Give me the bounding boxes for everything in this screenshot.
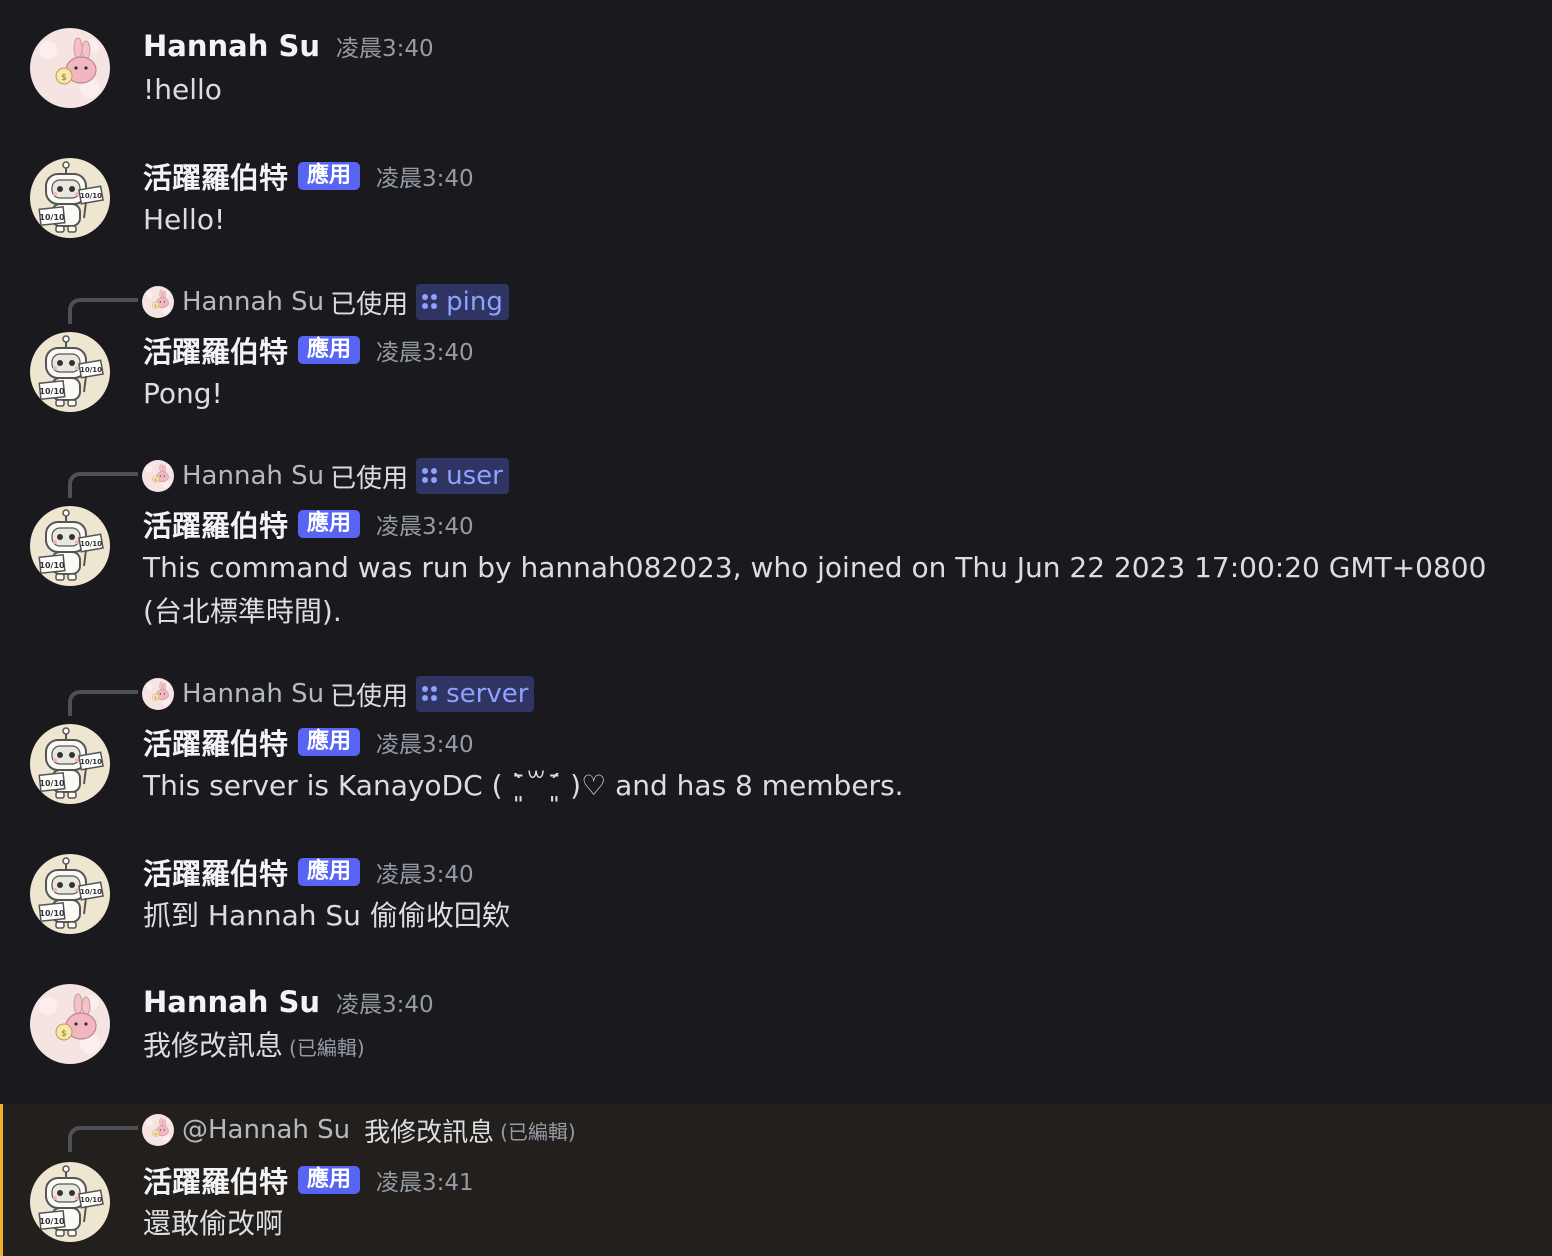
command-name: ping: [446, 287, 503, 317]
message-content: 還敢偷改啊: [143, 1207, 284, 1240]
bot-avatar[interactable]: [30, 1162, 110, 1242]
message-text: 我修改訊息: [143, 1029, 284, 1062]
command-reply-context[interactable]: Hannah Su 已使用 server: [142, 674, 535, 714]
user-avatar[interactable]: [30, 984, 110, 1064]
message-timestamp[interactable]: 凌晨3:40: [336, 29, 434, 63]
author-name[interactable]: 活躍羅伯特: [143, 329, 288, 371]
app-badge: 應用: [298, 336, 361, 364]
bot-avatar[interactable]: [30, 332, 110, 412]
message-timestamp[interactable]: 凌晨3:40: [376, 725, 474, 759]
author-name[interactable]: 活躍羅伯特: [143, 851, 288, 893]
app-badge: 應用: [298, 1166, 361, 1194]
message-content: This server is KanayoDC ( ˉ͈̀꒳ˉ͈́ )♡ and…: [143, 769, 904, 802]
message-content: !hello: [143, 73, 222, 106]
message-timestamp[interactable]: 凌晨3:40: [376, 507, 474, 541]
reply-preview-text[interactable]: 我修改訊息: [364, 1112, 494, 1149]
reply-avatar: [142, 286, 174, 318]
bot-avatar[interactable]: [30, 854, 110, 934]
app-badge: 應用: [298, 858, 361, 886]
message-content: Pong!: [143, 377, 223, 410]
bot-avatar[interactable]: [30, 158, 110, 238]
reply-used-label: 已使用: [330, 681, 409, 712]
message-reply-context[interactable]: @Hannah Su 我修改訊息 (已編輯): [142, 1110, 576, 1150]
message-timestamp[interactable]: 凌晨3:40: [376, 159, 474, 193]
slash-command-icon: [422, 686, 438, 702]
reply-username[interactable]: Hannah Su: [182, 679, 324, 709]
slash-command-icon: [422, 468, 438, 484]
author-name[interactable]: Hannah Su: [143, 29, 320, 63]
reply-avatar: [142, 460, 174, 492]
reply-username[interactable]: Hannah Su: [182, 287, 324, 317]
app-badge: 應用: [298, 728, 361, 756]
author-name[interactable]: 活躍羅伯特: [143, 503, 288, 545]
message-timestamp[interactable]: 凌晨3:41: [376, 1163, 474, 1197]
app-badge: 應用: [298, 510, 361, 538]
slash-command-chip[interactable]: user: [416, 458, 509, 494]
reply-connector: [68, 298, 138, 324]
reply-avatar: [142, 1114, 174, 1146]
slash-command-chip[interactable]: server: [416, 676, 535, 712]
slash-command-chip[interactable]: ping: [416, 284, 509, 320]
edited-label: (已編輯): [500, 1119, 576, 1144]
reply-avatar: [142, 678, 174, 710]
reply-used-label: 已使用: [330, 289, 409, 320]
reply-username[interactable]: Hannah Su: [182, 461, 324, 491]
author-name[interactable]: 活躍羅伯特: [143, 721, 288, 763]
chat-message-list: Hannah Su 凌晨3:40 !hello 活躍羅伯特 應用 凌晨3:40 …: [0, 0, 1552, 1256]
author-name[interactable]: 活躍羅伯特: [143, 155, 288, 197]
reply-used-label: 已使用: [330, 463, 409, 494]
message-content: Hello!: [143, 203, 226, 236]
message-content: 抓到 Hannah Su 偷偷收回欸: [143, 899, 510, 932]
reply-connector: [68, 690, 138, 716]
reply-connector: [68, 1126, 138, 1152]
edited-label[interactable]: (已編輯): [289, 1036, 365, 1060]
command-name: server: [446, 679, 529, 709]
message-timestamp[interactable]: 凌晨3:40: [376, 855, 474, 889]
bot-avatar[interactable]: [30, 506, 110, 586]
command-reply-context[interactable]: Hannah Su 已使用 user: [142, 456, 509, 496]
message-timestamp[interactable]: 凌晨3:40: [376, 333, 474, 367]
message-timestamp[interactable]: 凌晨3:40: [336, 985, 434, 1019]
command-reply-context[interactable]: Hannah Su 已使用 ping: [142, 282, 509, 322]
reply-mention[interactable]: @Hannah Su: [182, 1115, 350, 1145]
message-content: This command was run by hannah082023, wh…: [143, 551, 1487, 628]
slash-command-icon: [422, 294, 438, 310]
app-badge: 應用: [298, 162, 361, 190]
command-name: user: [446, 461, 503, 491]
reply-connector: [68, 472, 138, 498]
user-avatar[interactable]: [30, 28, 110, 108]
author-name[interactable]: 活躍羅伯特: [143, 1159, 288, 1201]
message-content: 我修改訊息 (已編輯): [143, 1024, 365, 1070]
author-name[interactable]: Hannah Su: [143, 985, 320, 1019]
bot-avatar[interactable]: [30, 724, 110, 804]
